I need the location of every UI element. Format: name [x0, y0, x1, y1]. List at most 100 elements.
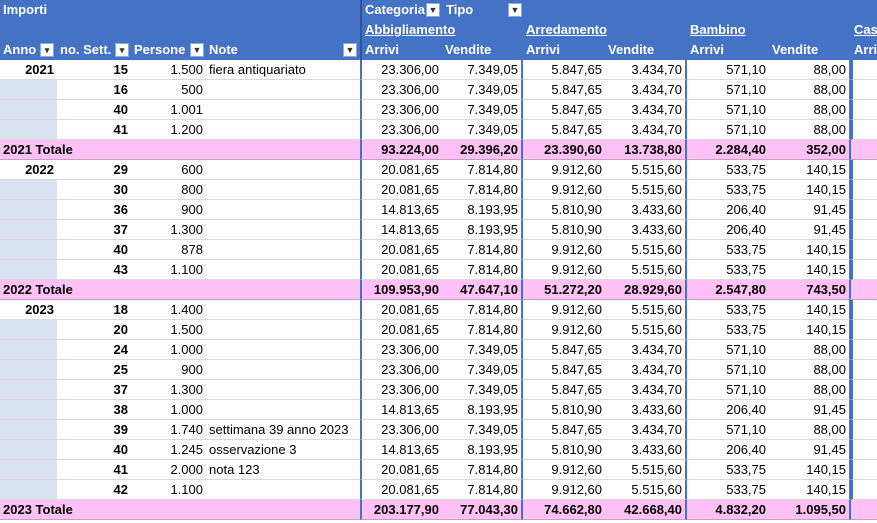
value-cell[interactable]: 5.847,65: [523, 60, 605, 80]
anno-cell[interactable]: [0, 260, 57, 280]
total-value-cell[interactable]: 2.284,40: [687, 140, 769, 160]
value-cell[interactable]: 7.349,05: [442, 60, 523, 80]
note-cell[interactable]: [206, 360, 360, 380]
value-cell-casa[interactable]: [851, 480, 877, 500]
total-value-cell[interactable]: 743,50: [769, 280, 851, 300]
total-value-cell[interactable]: 47.647,10: [442, 280, 523, 300]
value-cell[interactable]: 140,15: [769, 300, 851, 320]
note-cell[interactable]: [206, 160, 360, 180]
value-cell[interactable]: 3.434,70: [605, 380, 687, 400]
value-cell[interactable]: 14.813,65: [360, 400, 442, 420]
value-cell[interactable]: 23.306,00: [360, 100, 442, 120]
value-cell[interactable]: 7.814,80: [442, 260, 523, 280]
total-value-cell[interactable]: 13.738,80: [605, 140, 687, 160]
persone-cell[interactable]: 1.000: [131, 400, 206, 420]
value-cell[interactable]: 533,75: [687, 480, 769, 500]
value-cell[interactable]: 7.814,80: [442, 460, 523, 480]
sett-cell[interactable]: 30: [57, 180, 131, 200]
value-cell[interactable]: 5.515,60: [605, 240, 687, 260]
anno-cell[interactable]: [0, 220, 57, 240]
sett-cell[interactable]: 16: [57, 80, 131, 100]
total-value-cell[interactable]: 93.224,00: [360, 140, 442, 160]
total-label-cell[interactable]: 2023 Totale: [0, 500, 360, 520]
sett-cell[interactable]: 42: [57, 480, 131, 500]
value-cell[interactable]: 9.912,60: [523, 160, 605, 180]
note-cell[interactable]: [206, 100, 360, 120]
value-cell[interactable]: 140,15: [769, 160, 851, 180]
anno-cell[interactable]: 2023: [0, 300, 57, 320]
value-cell[interactable]: 88,00: [769, 120, 851, 140]
value-cell[interactable]: 5.515,60: [605, 320, 687, 340]
anno-cell[interactable]: [0, 240, 57, 260]
value-cell[interactable]: 7.814,80: [442, 160, 523, 180]
value-cell[interactable]: 140,15: [769, 480, 851, 500]
note-cell[interactable]: [206, 260, 360, 280]
value-cell[interactable]: 3.434,70: [605, 80, 687, 100]
value-cell[interactable]: 3.433,60: [605, 220, 687, 240]
note-cell[interactable]: [206, 80, 360, 100]
value-cell-casa[interactable]: [851, 320, 877, 340]
note-cell[interactable]: [206, 340, 360, 360]
value-cell[interactable]: 571,10: [687, 100, 769, 120]
sett-cell[interactable]: 24: [57, 340, 131, 360]
categoria-filter-button[interactable]: ▼: [426, 3, 440, 17]
value-cell[interactable]: 7.814,80: [442, 480, 523, 500]
note-cell[interactable]: [206, 240, 360, 260]
value-cell[interactable]: 5.847,65: [523, 120, 605, 140]
value-cell[interactable]: 5.810,90: [523, 200, 605, 220]
value-cell[interactable]: 571,10: [687, 380, 769, 400]
value-cell[interactable]: 571,10: [687, 120, 769, 140]
note-cell[interactable]: [206, 320, 360, 340]
value-cell[interactable]: 533,75: [687, 180, 769, 200]
value-cell[interactable]: 206,40: [687, 200, 769, 220]
anno-cell[interactable]: [0, 80, 57, 100]
value-cell[interactable]: 571,10: [687, 360, 769, 380]
value-cell[interactable]: 3.434,70: [605, 60, 687, 80]
value-cell[interactable]: 3.433,60: [605, 200, 687, 220]
value-cell[interactable]: 5.515,60: [605, 480, 687, 500]
sett-cell[interactable]: 29: [57, 160, 131, 180]
value-cell[interactable]: 7.349,05: [442, 380, 523, 400]
note-cell[interactable]: fiera antiquariato: [206, 60, 360, 80]
value-cell[interactable]: 14.813,65: [360, 440, 442, 460]
total-value-cell[interactable]: 29.396,20: [442, 140, 523, 160]
persone-cell[interactable]: 600: [131, 160, 206, 180]
value-cell[interactable]: 23.306,00: [360, 360, 442, 380]
total-value-cell[interactable]: 109.953,90: [360, 280, 442, 300]
anno-cell[interactable]: 2021: [0, 60, 57, 80]
sett-cell[interactable]: 36: [57, 200, 131, 220]
persone-cell[interactable]: 2.000: [131, 460, 206, 480]
anno-cell[interactable]: [0, 180, 57, 200]
sett-cell[interactable]: 41: [57, 460, 131, 480]
value-cell-casa[interactable]: [851, 200, 877, 220]
total-value-cell[interactable]: 4.832,20: [687, 500, 769, 520]
value-cell[interactable]: 91,45: [769, 400, 851, 420]
sett-cell[interactable]: 43: [57, 260, 131, 280]
value-cell[interactable]: 7.349,05: [442, 420, 523, 440]
value-cell[interactable]: 5.810,90: [523, 220, 605, 240]
value-cell[interactable]: 9.912,60: [523, 460, 605, 480]
sett-cell[interactable]: 37: [57, 220, 131, 240]
value-cell[interactable]: 533,75: [687, 160, 769, 180]
value-cell-casa[interactable]: [851, 440, 877, 460]
value-cell-casa[interactable]: [851, 400, 877, 420]
value-cell[interactable]: 88,00: [769, 80, 851, 100]
anno-cell[interactable]: [0, 360, 57, 380]
value-cell[interactable]: 20.081,65: [360, 300, 442, 320]
value-cell[interactable]: 20.081,65: [360, 240, 442, 260]
value-cell[interactable]: 3.434,70: [605, 100, 687, 120]
value-cell[interactable]: 9.912,60: [523, 240, 605, 260]
value-cell[interactable]: 206,40: [687, 220, 769, 240]
value-cell-casa[interactable]: [851, 120, 877, 140]
value-cell[interactable]: 533,75: [687, 240, 769, 260]
value-cell[interactable]: 23.306,00: [360, 380, 442, 400]
value-cell[interactable]: 23.306,00: [360, 340, 442, 360]
persone-cell[interactable]: 1.500: [131, 60, 206, 80]
value-cell-casa[interactable]: [851, 380, 877, 400]
total-value-cell[interactable]: 74.662,80: [523, 500, 605, 520]
value-cell-casa[interactable]: [851, 220, 877, 240]
value-cell[interactable]: 533,75: [687, 260, 769, 280]
total-value-cell[interactable]: 28.929,60: [605, 280, 687, 300]
value-cell[interactable]: 140,15: [769, 240, 851, 260]
value-cell[interactable]: 3.433,60: [605, 400, 687, 420]
